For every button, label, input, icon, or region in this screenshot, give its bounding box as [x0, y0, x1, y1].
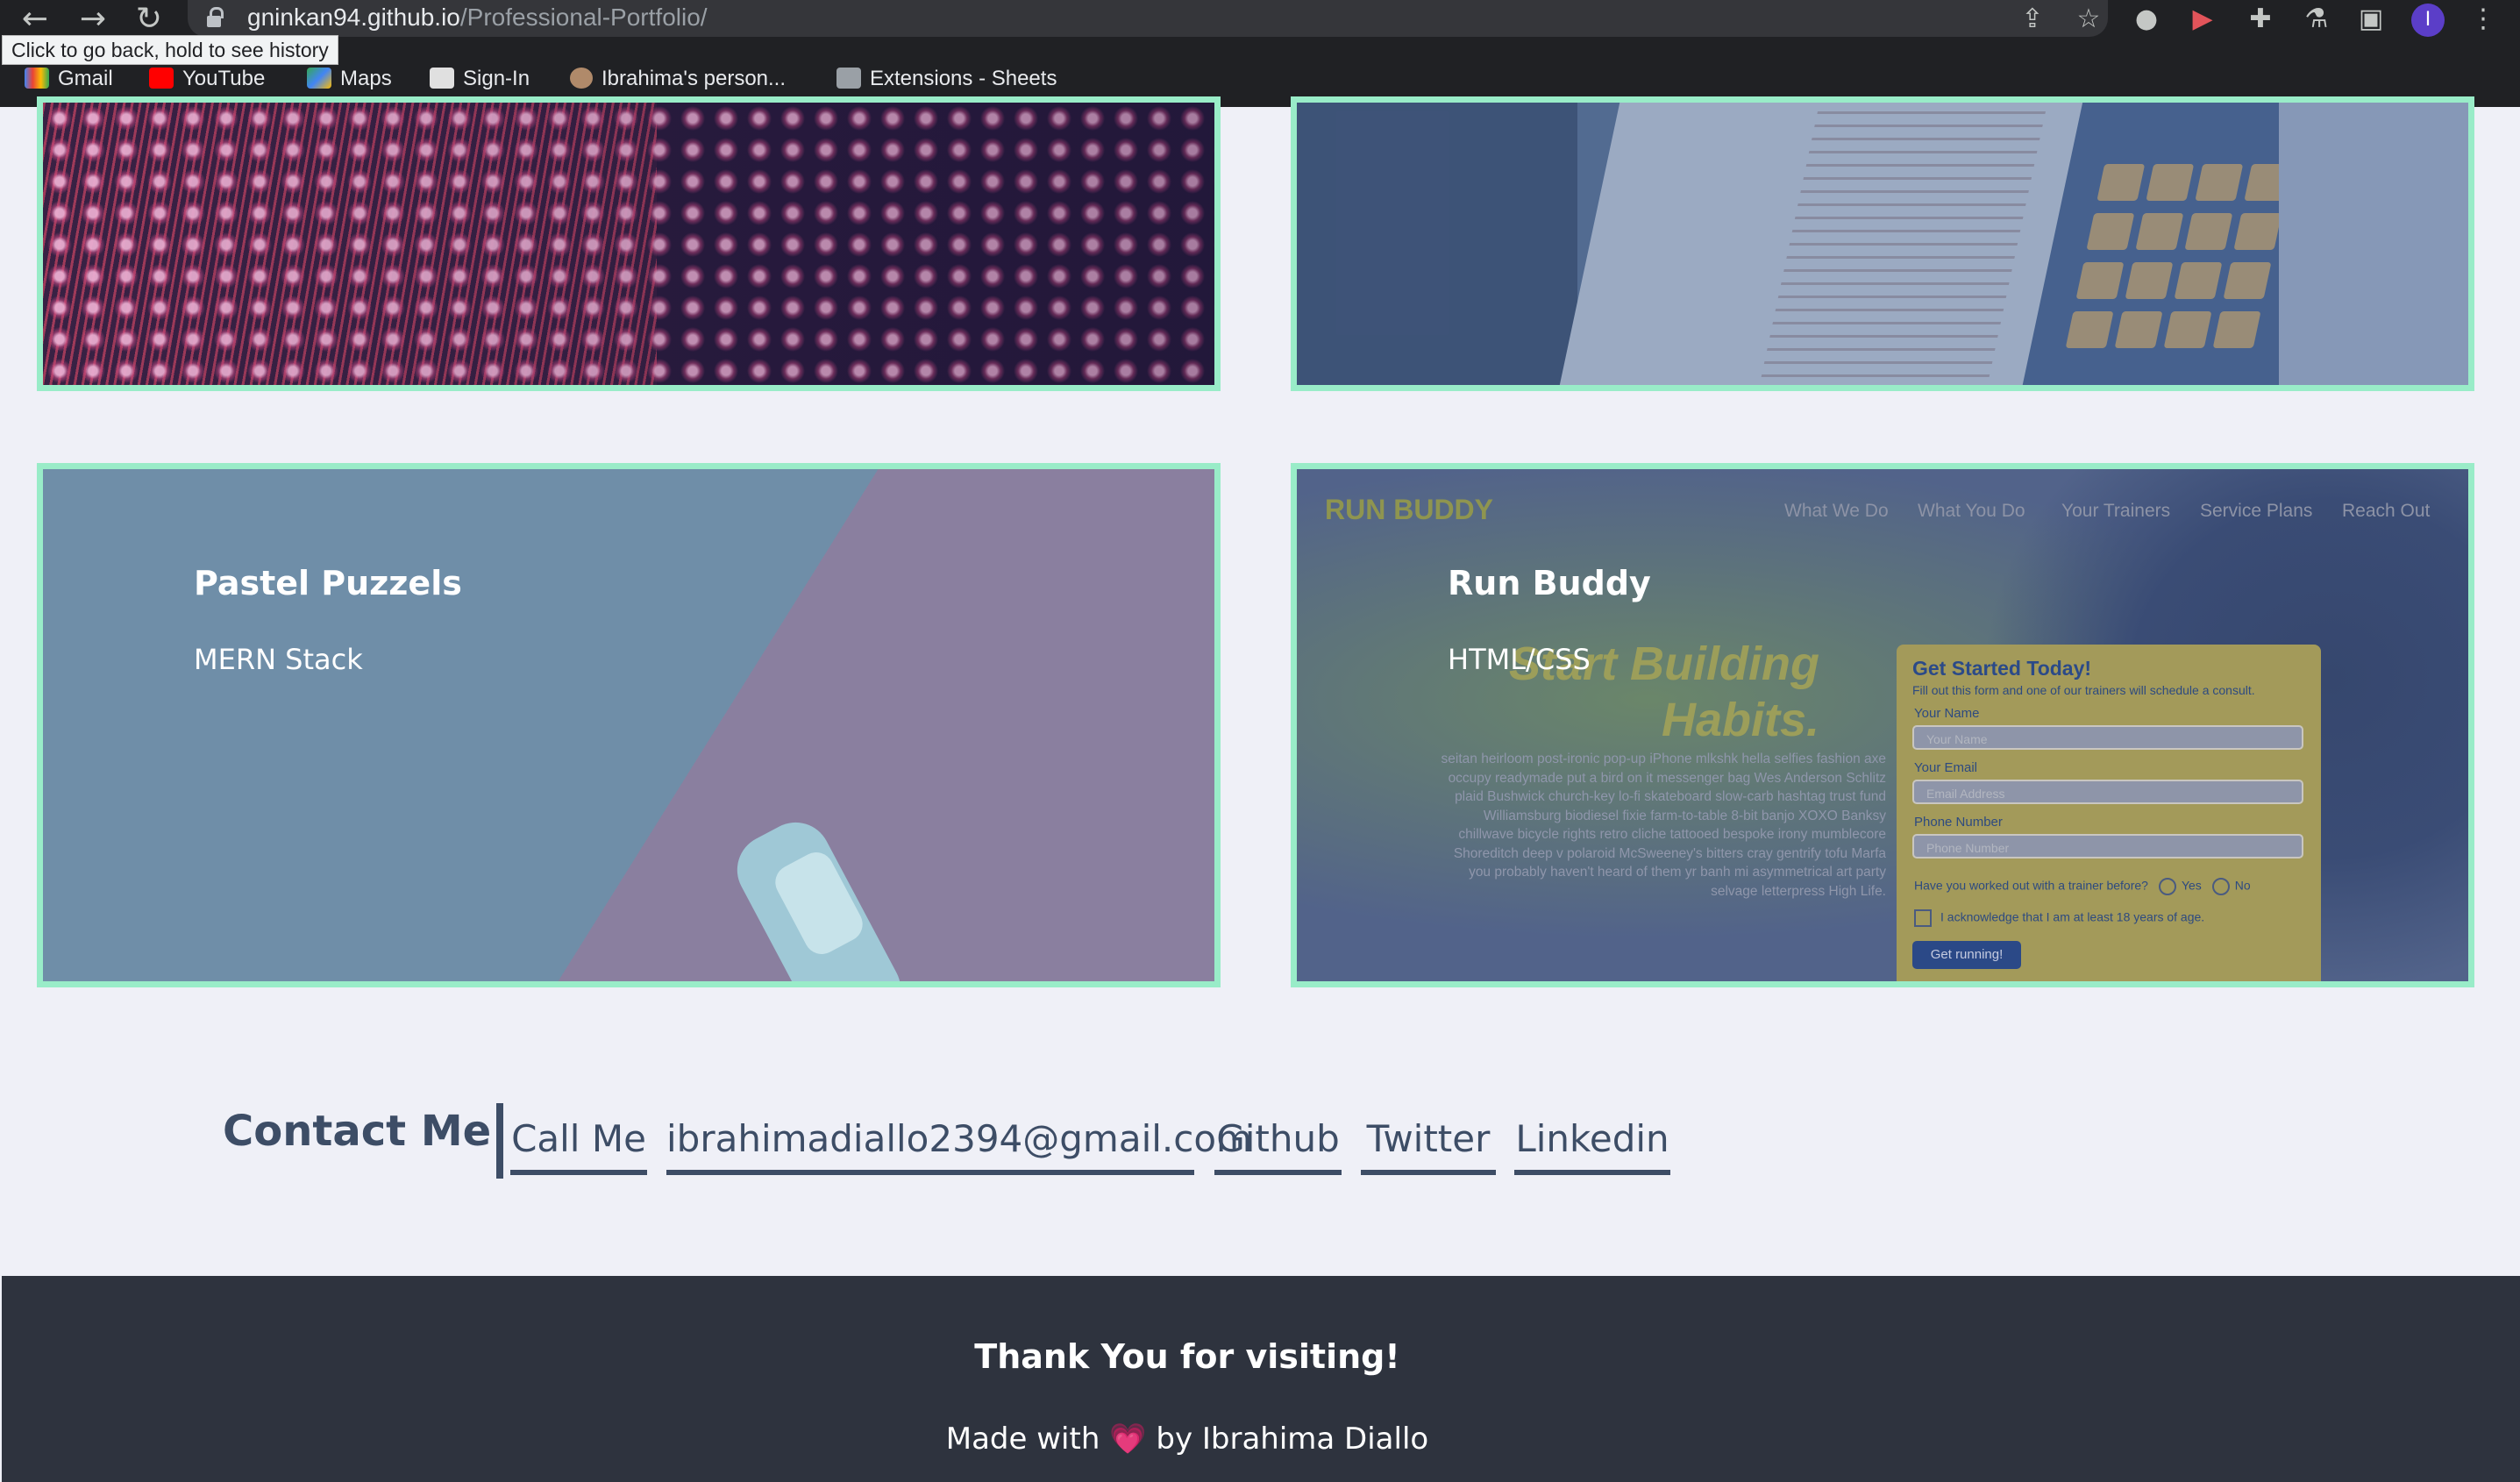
- avatar-icon: [570, 67, 593, 89]
- run-buddy-nav-item: What We Do: [1784, 501, 1889, 521]
- run-buddy-logo: RUN BUDDY: [1325, 494, 1493, 525]
- browser-toolbar: ← → ↻ gninkan94.github.io/Professional-P…: [0, 0, 2520, 39]
- run-buddy-form: Get Started Today! Fill out this form an…: [1897, 645, 2321, 981]
- run-buddy-hero-line: Habits.: [1661, 694, 1819, 746]
- get-running-button: Get running!: [1912, 941, 2021, 969]
- project-title: Run Buddy: [1448, 564, 1651, 602]
- lock-icon: [207, 7, 224, 27]
- run-buddy-body-text: seitan heirloom post-ironic pop-up iPhon…: [1441, 752, 1886, 899]
- url-host: gninkan94.github.io: [247, 4, 460, 31]
- radio-yes-label: Yes: [2181, 878, 2202, 893]
- name-label: Your Name: [1914, 706, 1980, 721]
- twitter-link[interactable]: Twitter: [1361, 1112, 1496, 1175]
- bookmark-star-icon[interactable]: ☆: [2073, 4, 2104, 35]
- profile-avatar[interactable]: I: [2411, 4, 2445, 37]
- record-extension-icon[interactable]: ▶: [2187, 4, 2218, 35]
- maps-icon: [307, 67, 331, 89]
- bookmark-extensions-sheets[interactable]: Extensions - Sheets: [836, 61, 1057, 96]
- linkedin-link[interactable]: Linkedin: [1514, 1112, 1670, 1175]
- footer-credit: Made with 💗 by Ibrahima Diallo: [2, 1421, 2373, 1457]
- project-stack: HTML/CSS: [1448, 643, 1591, 676]
- browser-chrome: ← → ↻ gninkan94.github.io/Professional-P…: [0, 0, 2520, 107]
- flask-icon[interactable]: ⚗: [2301, 4, 2332, 35]
- bookmark-sign-in[interactable]: Sign-In: [430, 61, 530, 96]
- acknowledge-checkbox: [1914, 909, 1932, 927]
- footer-made-suffix: by Ibrahima Diallo: [1156, 1421, 1429, 1457]
- trainer-question: Have you worked out with a trainer befor…: [1914, 878, 2251, 895]
- run-buddy-nav-item: What You Do: [1918, 501, 2025, 521]
- back-tooltip: Click to go back, hold to see history: [2, 35, 338, 65]
- youtube-icon: [149, 67, 174, 89]
- project-title: Pastel Puzzels: [194, 564, 462, 602]
- acknowledge-row: I acknowledge that I am at least 18 year…: [1914, 909, 2204, 927]
- menu-kebab-icon[interactable]: ⋮: [2467, 4, 2499, 35]
- phone-label: Phone Number: [1914, 815, 2003, 830]
- run-buddy-nav-item: Service Plans: [2200, 501, 2313, 521]
- url-path: /Professional-Portfolio/: [459, 4, 708, 31]
- form-title: Get Started Today!: [1912, 657, 2092, 680]
- bookmark-label: Sign-In: [463, 67, 530, 90]
- contact-divider: [496, 1103, 503, 1179]
- run-buddy-nav-item: Your Trainers: [2061, 501, 2171, 521]
- radio-no-label: No: [2234, 878, 2251, 893]
- project-card-pastel-puzzels[interactable]: Pastel Puzzels MERN Stack: [37, 463, 1221, 987]
- side-panel-icon[interactable]: ▣: [2355, 4, 2387, 35]
- project-card-led[interactable]: [37, 96, 1221, 391]
- reload-icon[interactable]: ↻: [132, 2, 167, 37]
- bookmark-label: Ibrahima's person...: [602, 67, 787, 90]
- email-link[interactable]: ibrahimadiallo2394@gmail.com: [666, 1112, 1252, 1175]
- address-bar[interactable]: gninkan94.github.io/Professional-Portfol…: [188, 0, 2108, 37]
- phone-field: Phone Number: [1912, 834, 2303, 859]
- acknowledge-label: I acknowledge that I am at least 18 year…: [1940, 909, 2205, 924]
- project-card-run-buddy[interactable]: RUN BUDDY What We Do What You Do Your Tr…: [1291, 463, 2474, 987]
- puzzle-icon[interactable]: ✚: [2245, 4, 2276, 35]
- radio-yes: [2158, 878, 2176, 895]
- footer-made-prefix: Made with: [945, 1421, 1100, 1457]
- forward-arrow-icon[interactable]: →: [75, 2, 110, 37]
- project-stack: MERN Stack: [194, 643, 363, 676]
- extension-icon[interactable]: ●: [2131, 4, 2162, 35]
- contact-title: Contact Me: [223, 1107, 492, 1156]
- bookmark-label: Extensions - Sheets: [870, 67, 1057, 90]
- bookmark-gmail[interactable]: Gmail: [25, 61, 113, 96]
- form-subtitle: Fill out this form and one of our traine…: [1912, 683, 2255, 697]
- bookmark-personal[interactable]: Ibrahima's person...: [570, 61, 786, 96]
- email-label: Your Email: [1914, 760, 1977, 775]
- bookmarks-bar: Gmail YouTube Maps Sign-In Ibrahima's pe…: [0, 61, 2520, 96]
- run-buddy-nav-item: Reach Out: [2342, 501, 2431, 521]
- email-field: Email Address: [1912, 780, 2303, 804]
- bookmark-maps[interactable]: Maps: [307, 61, 392, 96]
- heart-icon: 💗: [1109, 1421, 1147, 1457]
- share-icon[interactable]: ⇪: [2017, 4, 2048, 35]
- footer-title: Thank You for visiting!: [974, 1337, 1400, 1376]
- bookmark-label: Gmail: [58, 67, 113, 90]
- bookmark-youtube[interactable]: YouTube: [149, 61, 265, 96]
- project-card-calculator[interactable]: 0: [1291, 96, 2474, 391]
- name-field: Your Name: [1912, 725, 2303, 750]
- url-text: gninkan94.github.io/Professional-Portfol…: [247, 0, 708, 35]
- bookmark-label: YouTube: [182, 67, 266, 90]
- trainer-question-text: Have you worked out with a trainer befor…: [1914, 878, 2148, 893]
- puzzle-icon: [836, 67, 861, 89]
- github-link[interactable]: Github: [1214, 1112, 1342, 1175]
- bookmark-label: Maps: [340, 67, 392, 90]
- card-image-overlay: [1297, 103, 2468, 385]
- footer: Thank You for visiting! Made with 💗 by I…: [2, 1276, 2520, 1482]
- call-me-link[interactable]: Call Me: [510, 1112, 647, 1175]
- document-icon: [430, 67, 454, 89]
- card-image-overlay: [43, 103, 1214, 385]
- back-arrow-icon[interactable]: ←: [18, 2, 53, 37]
- gmail-icon: [25, 67, 49, 89]
- radio-no: [2211, 878, 2230, 895]
